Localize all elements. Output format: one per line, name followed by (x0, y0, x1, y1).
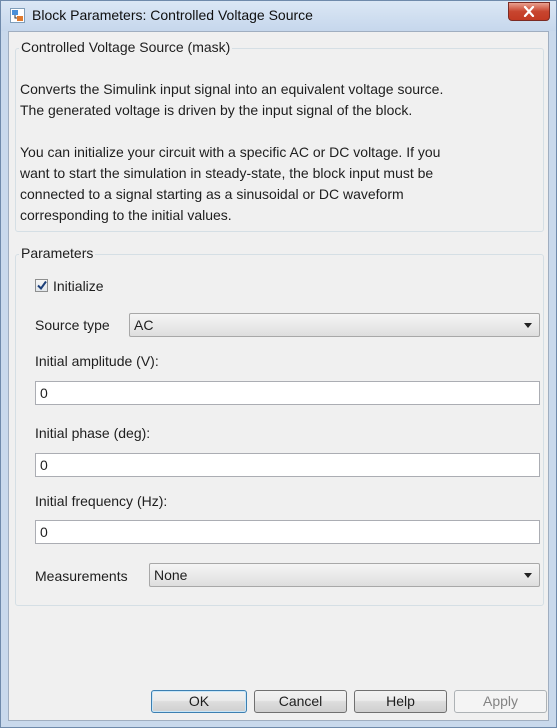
phase-value: 0 (40, 457, 48, 473)
measurements-label: Measurements (35, 568, 128, 584)
phase-label: Initial phase (deg): (35, 425, 151, 441)
close-icon (523, 6, 535, 17)
measurements-value: None (154, 567, 188, 583)
window-title: Block Parameters: Controlled Voltage Sou… (32, 7, 313, 23)
amplitude-field[interactable]: 0 (35, 381, 540, 405)
initialize-checkbox[interactable] (35, 279, 48, 292)
initialize-label[interactable]: Initialize (53, 278, 104, 294)
source-type-label: Source type (35, 317, 110, 333)
dialog-window: Block Parameters: Controlled Voltage Sou… (0, 0, 557, 728)
parameters-group-title: Parameters (19, 245, 96, 261)
apply-button[interactable]: Apply (454, 690, 547, 713)
measurements-dropdown[interactable]: None (149, 563, 540, 587)
chevron-down-icon (524, 323, 532, 328)
frequency-value: 0 (40, 524, 48, 540)
amplitude-label: Initial amplitude (V): (35, 353, 159, 369)
mask-description-text: Converts the Simulink input signal into … (20, 81, 444, 118)
close-button[interactable] (508, 2, 550, 21)
source-type-dropdown[interactable]: AC (129, 313, 540, 337)
dialog-client-area: Controlled Voltage Source (mask) Convert… (8, 31, 549, 721)
frequency-label: Initial frequency (Hz): (35, 493, 168, 509)
help-button[interactable]: Help (354, 690, 447, 713)
ok-button[interactable]: OK (151, 690, 247, 713)
mask-help-text: You can initialize your circuit with a s… (20, 144, 441, 223)
amplitude-value: 0 (40, 385, 48, 401)
source-type-value: AC (134, 317, 154, 333)
chevron-down-icon (524, 573, 532, 578)
title-bar[interactable]: Block Parameters: Controlled Voltage Sou… (1, 1, 556, 31)
phase-field[interactable]: 0 (35, 453, 540, 477)
checkmark-icon (37, 280, 47, 291)
cancel-button[interactable]: Cancel (254, 690, 347, 713)
mask-group-title: Controlled Voltage Source (mask) (19, 39, 233, 55)
frequency-field[interactable]: 0 (35, 520, 540, 544)
simulink-block-icon (10, 8, 25, 23)
